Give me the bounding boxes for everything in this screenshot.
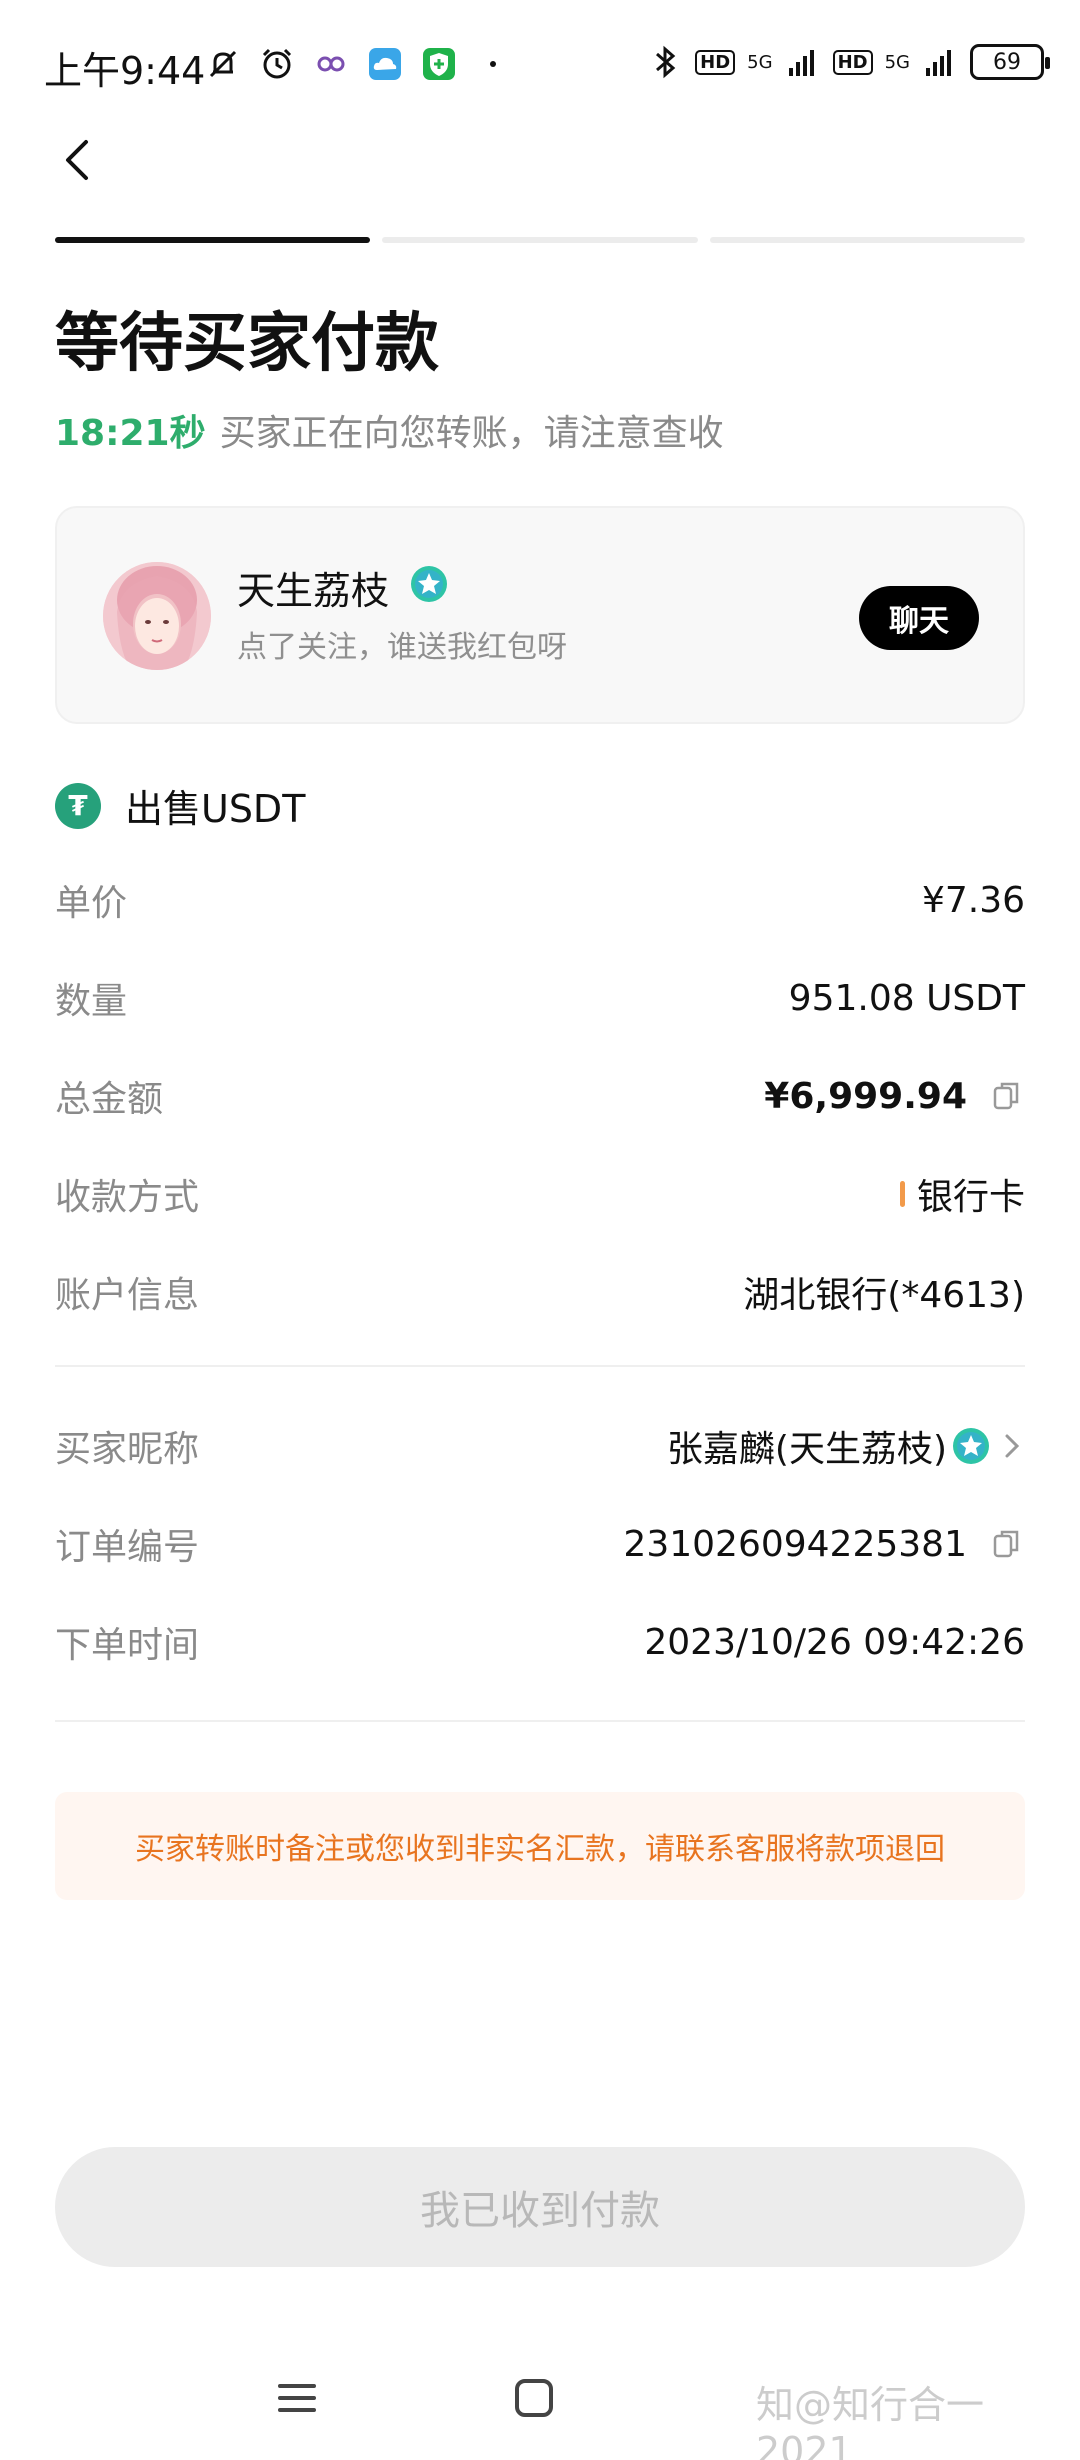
order-progress bbox=[55, 237, 1025, 243]
cloud-app-icon bbox=[369, 48, 401, 80]
payment-method-wrap: 银行卡 bbox=[899, 1168, 1025, 1220]
quantity-value: 951.08 USDT bbox=[788, 977, 1025, 1019]
buyer-row[interactable]: 买家昵称 张嘉麟(天生荔枝) bbox=[55, 1416, 1025, 1476]
shield-app-icon bbox=[423, 48, 455, 80]
page-title: 等待买家付款 bbox=[55, 307, 439, 381]
order-number-value: 231026094225381 bbox=[623, 1523, 967, 1565]
status-time: 上午9:44 bbox=[44, 49, 206, 93]
network-type: 5G bbox=[747, 51, 773, 73]
hd-indicator-2: HD bbox=[832, 49, 873, 75]
bank-card-marker bbox=[899, 1181, 905, 1207]
refund-notice: 买家转账时备注或您收到非实名汇款，请联系客服将款项退回 bbox=[55, 1792, 1025, 1900]
account-value: 湖北银行(*4613) bbox=[743, 1275, 1025, 1316]
total-value-wrap: ¥6,999.94 bbox=[764, 1076, 1025, 1117]
order-number-row: 订单编号 231026094225381 bbox=[55, 1514, 1025, 1574]
signal-icon-2 bbox=[926, 50, 951, 76]
dot-icon bbox=[490, 61, 496, 67]
home-icon[interactable] bbox=[512, 2376, 556, 2420]
total-row: 总金额 ¥6,999.94 bbox=[55, 1066, 1025, 1126]
copy-icon[interactable] bbox=[989, 1526, 1025, 1562]
confirm-payment-received-button[interactable]: 我已收到付款 bbox=[55, 2147, 1025, 2267]
bluetooth-icon bbox=[656, 45, 676, 79]
divider bbox=[55, 1365, 1025, 1367]
account-label: 账户信息 bbox=[55, 1275, 200, 1316]
battery-level: 69 bbox=[993, 49, 1021, 75]
sell-header: ₮ 出售USDT bbox=[55, 778, 305, 833]
sell-title: 出售USDT bbox=[125, 787, 306, 831]
progress-step-1 bbox=[55, 237, 371, 243]
quantity-row: 数量 951.08 USDT bbox=[55, 968, 1025, 1028]
divider bbox=[55, 1720, 1025, 1722]
buyer-value-wrap[interactable]: 张嘉麟(天生荔枝) bbox=[667, 1420, 1025, 1472]
buyer-label: 买家昵称 bbox=[55, 1429, 200, 1470]
back-arrow-icon[interactable] bbox=[48, 130, 108, 190]
order-number-wrap: 231026094225381 bbox=[623, 1524, 1025, 1565]
signal-icon bbox=[788, 50, 814, 76]
payment-method-row: 收款方式 银行卡 bbox=[55, 1164, 1025, 1224]
payment-status-line: 18:21秒 买家正在向您转账，请注意查收 bbox=[55, 404, 724, 456]
account-row: 账户信息 湖北银行(*4613) bbox=[55, 1262, 1025, 1322]
order-number-label: 订单编号 bbox=[55, 1527, 200, 1568]
system-nav-bar: 知@知行合一2021 bbox=[0, 2340, 1080, 2460]
total-value: ¥6,999.94 bbox=[764, 1075, 967, 1117]
unit-price-label: 单价 bbox=[55, 883, 128, 924]
progress-step-3 bbox=[709, 237, 1025, 243]
status-icons-left bbox=[205, 46, 511, 82]
battery-icon: 69 bbox=[970, 44, 1050, 80]
seller-card: 天生荔枝 点了关注，谁送我红包呀 聊天 bbox=[55, 506, 1025, 724]
alarm-icon bbox=[262, 48, 292, 79]
mute-bell-icon bbox=[209, 50, 237, 78]
verified-badge-icon bbox=[953, 1428, 989, 1464]
order-time-label: 下单时间 bbox=[55, 1625, 200, 1666]
buyer-nickname: 张嘉麟(天生荔枝) bbox=[666, 1429, 947, 1470]
menu-icon[interactable] bbox=[276, 2378, 318, 2418]
chevron-right-icon bbox=[1005, 1434, 1020, 1458]
status-bar: 上午9:44 HD 5G HD 5G 69 bbox=[0, 0, 1080, 130]
payment-status-text: 买家正在向您转账，请注意查收 bbox=[219, 413, 724, 454]
verified-badge-icon bbox=[411, 566, 447, 602]
hd-indicator: HD bbox=[695, 49, 736, 75]
seller-bio: 点了关注，谁送我红包呀 bbox=[237, 630, 567, 665]
payment-method-label: 收款方式 bbox=[55, 1177, 200, 1218]
unit-price-value: ¥7.36 bbox=[921, 879, 1025, 921]
payment-method-value: 银行卡 bbox=[916, 1177, 1025, 1218]
total-label: 总金额 bbox=[55, 1079, 164, 1120]
seller-avatar[interactable] bbox=[103, 562, 211, 670]
chat-button[interactable]: 聊天 bbox=[859, 586, 979, 650]
countdown-timer: 18:21秒 bbox=[55, 413, 206, 454]
network-type-2: 5G bbox=[884, 51, 910, 73]
status-icons-right: HD 5G HD 5G 69 bbox=[647, 44, 1050, 80]
tether-icon: ₮ bbox=[55, 782, 101, 829]
order-time-row: 下单时间 2023/10/26 09:42:26 bbox=[55, 1612, 1025, 1672]
progress-step-2 bbox=[382, 237, 698, 243]
app-notification-icon bbox=[317, 56, 345, 72]
unit-price-row: 单价 ¥7.36 bbox=[55, 870, 1025, 930]
copy-icon[interactable] bbox=[989, 1078, 1025, 1114]
quantity-label: 数量 bbox=[55, 981, 128, 1022]
avatar-image bbox=[103, 562, 211, 670]
watermark: 知@知行合一2021 bbox=[756, 2383, 985, 2460]
seller-name[interactable]: 天生荔枝 bbox=[237, 560, 389, 615]
order-time-value: 2023/10/26 09:42:26 bbox=[644, 1621, 1025, 1663]
